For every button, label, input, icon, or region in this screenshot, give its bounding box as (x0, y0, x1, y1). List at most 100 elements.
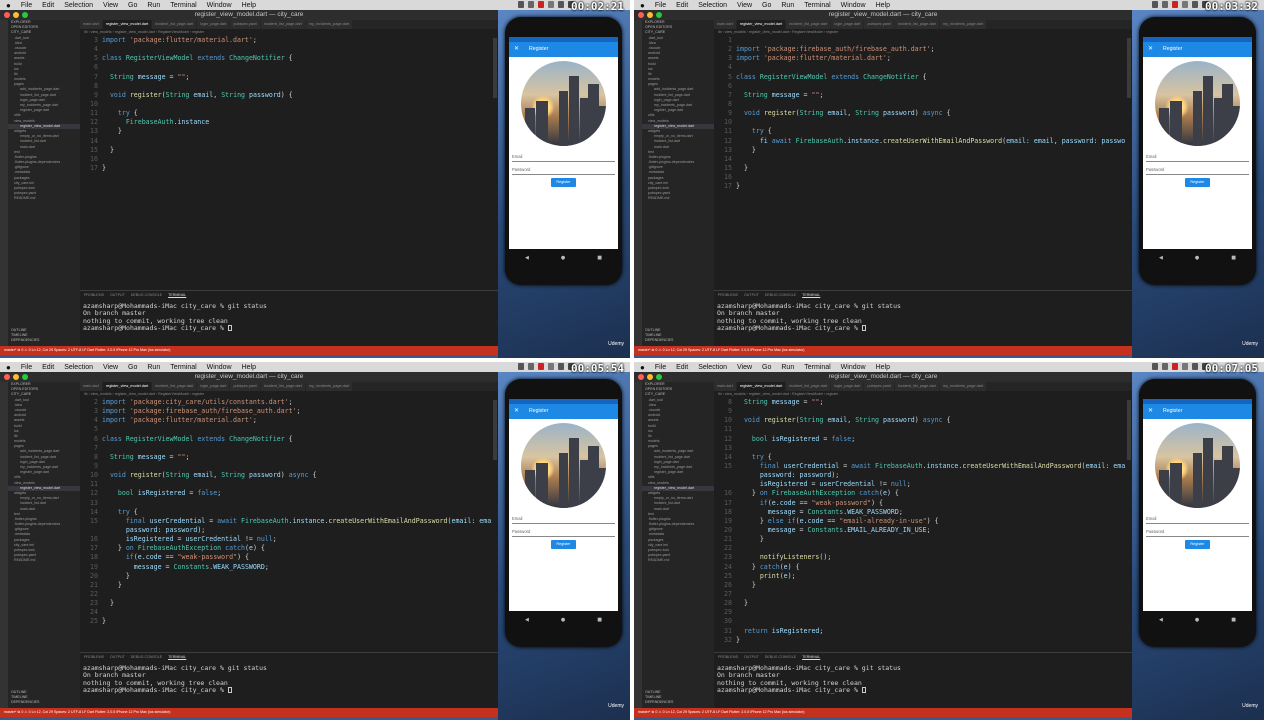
editor-tab[interactable]: incident_list_page.dart (786, 382, 831, 391)
status-icon[interactable] (1182, 1, 1188, 8)
menu-item-view[interactable]: View (103, 364, 118, 371)
menu-item-help[interactable]: Help (876, 364, 890, 371)
explorer-item[interactable]: README.md (642, 196, 714, 201)
editor-tab[interactable]: my_incidents_page.dart (305, 20, 353, 29)
status-icon[interactable] (1182, 363, 1188, 370)
close-icon[interactable]: ✕ (514, 407, 519, 414)
panel-tab-debug-console[interactable]: DEBUG CONSOLE (765, 655, 796, 659)
outline-header-dependencies[interactable]: DEPENDENCIES (11, 700, 80, 705)
menu-item-help[interactable]: Help (876, 2, 890, 9)
status-bar[interactable]: master* ⊗ 0 ⚠ 0 Ln 12, Col 29 Spaces: 2 … (634, 708, 1132, 717)
outline-header-dependencies[interactable]: DEPENDENCIES (645, 700, 714, 705)
status-icon[interactable] (1162, 363, 1168, 370)
status-icon[interactable] (538, 1, 544, 8)
explorer-item[interactable]: README.md (8, 558, 80, 563)
menu-item-edit[interactable]: Edit (676, 2, 688, 9)
outline-header-dependencies[interactable]: DEPENDENCIES (11, 338, 80, 343)
panel-tab-output[interactable]: OUTPUT (110, 293, 125, 297)
editor-tab[interactable]: incident_list_page.dart (152, 20, 197, 29)
panel-tab-terminal[interactable]: TERMINAL (802, 655, 820, 659)
menu-item-help[interactable]: Help (242, 2, 256, 9)
back-icon[interactable]: ◀ (1159, 617, 1163, 623)
email-field[interactable]: Email (1146, 513, 1249, 524)
email-field[interactable]: Email (512, 513, 615, 524)
terminal-output[interactable]: azamsharp@Mohammads-iMac city_care % git… (714, 661, 1132, 694)
recents-icon[interactable]: ■ (1231, 617, 1236, 623)
menu-item-window[interactable]: Window (207, 364, 232, 371)
breadcrumb[interactable]: lib › view_models › register_view_model.… (80, 29, 498, 35)
close-icon[interactable]: ✕ (1148, 407, 1153, 414)
menu-item-terminal[interactable]: Terminal (804, 2, 830, 9)
menu-item-go[interactable]: Go (762, 364, 771, 371)
zoom-window-icon[interactable] (656, 374, 662, 380)
status-icon[interactable] (528, 1, 534, 8)
apple-icon[interactable]: ● (640, 1, 645, 10)
status-icon[interactable] (528, 363, 534, 370)
explorer-item[interactable]: README.md (8, 196, 80, 201)
editor-tab[interactable]: pubspec.yaml (864, 20, 894, 29)
editor-tab[interactable]: pubspec.yaml (230, 382, 260, 391)
menu-item-terminal[interactable]: Terminal (170, 2, 196, 9)
status-icon[interactable] (1172, 1, 1178, 8)
editor-tab[interactable]: register_view_model.dart (736, 20, 786, 29)
editor-tab[interactable]: login_page.dart (197, 20, 230, 29)
editor-tab[interactable]: login_page.dart (831, 382, 864, 391)
home-icon[interactable]: ● (561, 617, 565, 623)
editor-tab[interactable]: incident_list_page.dart (260, 382, 305, 391)
activity-bar[interactable] (0, 382, 8, 708)
register-button[interactable]: Register (551, 178, 576, 187)
close-window-icon[interactable] (4, 374, 10, 380)
recents-icon[interactable]: ■ (597, 617, 602, 623)
home-icon[interactable]: ● (1195, 617, 1199, 623)
editor-tab[interactable]: main.dart (80, 382, 102, 391)
panel-tab-terminal[interactable]: TERMINAL (168, 655, 186, 659)
minimize-window-icon[interactable] (13, 374, 19, 380)
editor-tab[interactable]: my_incidents_page.dart (305, 382, 353, 391)
menu-item-view[interactable]: View (103, 2, 118, 9)
apple-icon[interactable]: ● (6, 363, 11, 372)
menu-item-go[interactable]: Go (128, 364, 137, 371)
menu-item-selection[interactable]: Selection (698, 364, 727, 371)
menu-item-view[interactable]: View (737, 364, 752, 371)
editor-tab[interactable]: my_incidents_page.dart (939, 20, 987, 29)
back-icon[interactable]: ◀ (525, 617, 529, 623)
panel-tab-debug-console[interactable]: DEBUG CONSOLE (765, 293, 796, 297)
terminal-output[interactable]: azamsharp@Mohammads-iMac city_care % git… (80, 299, 498, 332)
home-icon[interactable]: ● (1195, 255, 1199, 261)
menu-item-go[interactable]: Go (128, 2, 137, 9)
editor-tab[interactable]: main.dart (714, 20, 736, 29)
panel-tab-output[interactable]: OUTPUT (744, 655, 759, 659)
menu-item-selection[interactable]: Selection (64, 2, 93, 9)
close-icon[interactable]: ✕ (1148, 45, 1153, 52)
menu-item-run[interactable]: Run (781, 364, 794, 371)
minimize-window-icon[interactable] (647, 374, 653, 380)
terminal-output[interactable]: azamsharp@Mohammads-iMac city_care % git… (80, 661, 498, 694)
menu-item-window[interactable]: Window (841, 2, 866, 9)
menu-item-file[interactable]: File (21, 2, 32, 9)
close-icon[interactable]: ✕ (514, 45, 519, 52)
terminal-output[interactable]: azamsharp@Mohammads-iMac city_care % git… (714, 299, 1132, 332)
email-field[interactable]: Email (1146, 151, 1249, 162)
panel-tab-output[interactable]: OUTPUT (110, 655, 125, 659)
status-icon[interactable] (1192, 363, 1198, 370)
code-editor[interactable]: 3 import 'package:flutter/material.dart';… (80, 36, 492, 290)
editor-tab[interactable]: register_view_model.dart (102, 382, 152, 391)
panel-tab-output[interactable]: OUTPUT (744, 293, 759, 297)
menu-item-terminal[interactable]: Terminal (804, 364, 830, 371)
panel-tab-problems[interactable]: PROBLEMS (84, 293, 104, 297)
minimize-window-icon[interactable] (647, 12, 653, 18)
explorer-item[interactable]: README.md (642, 558, 714, 563)
status-icon[interactable] (1152, 1, 1158, 8)
status-icon[interactable] (558, 363, 564, 370)
editor-scrollbar[interactable] (493, 400, 497, 460)
activity-bar[interactable] (634, 20, 642, 346)
panel-tab-terminal[interactable]: TERMINAL (802, 293, 820, 297)
password-field[interactable]: Password (1146, 526, 1249, 537)
activity-bar[interactable] (0, 20, 8, 346)
status-icon[interactable] (1162, 1, 1168, 8)
menu-item-edit[interactable]: Edit (42, 2, 54, 9)
panel-tab-terminal[interactable]: TERMINAL (168, 293, 186, 297)
editor-tab[interactable]: incident_list_page.dart (260, 20, 305, 29)
menu-item-help[interactable]: Help (242, 364, 256, 371)
editor-tab[interactable]: register_view_model.dart (102, 20, 152, 29)
